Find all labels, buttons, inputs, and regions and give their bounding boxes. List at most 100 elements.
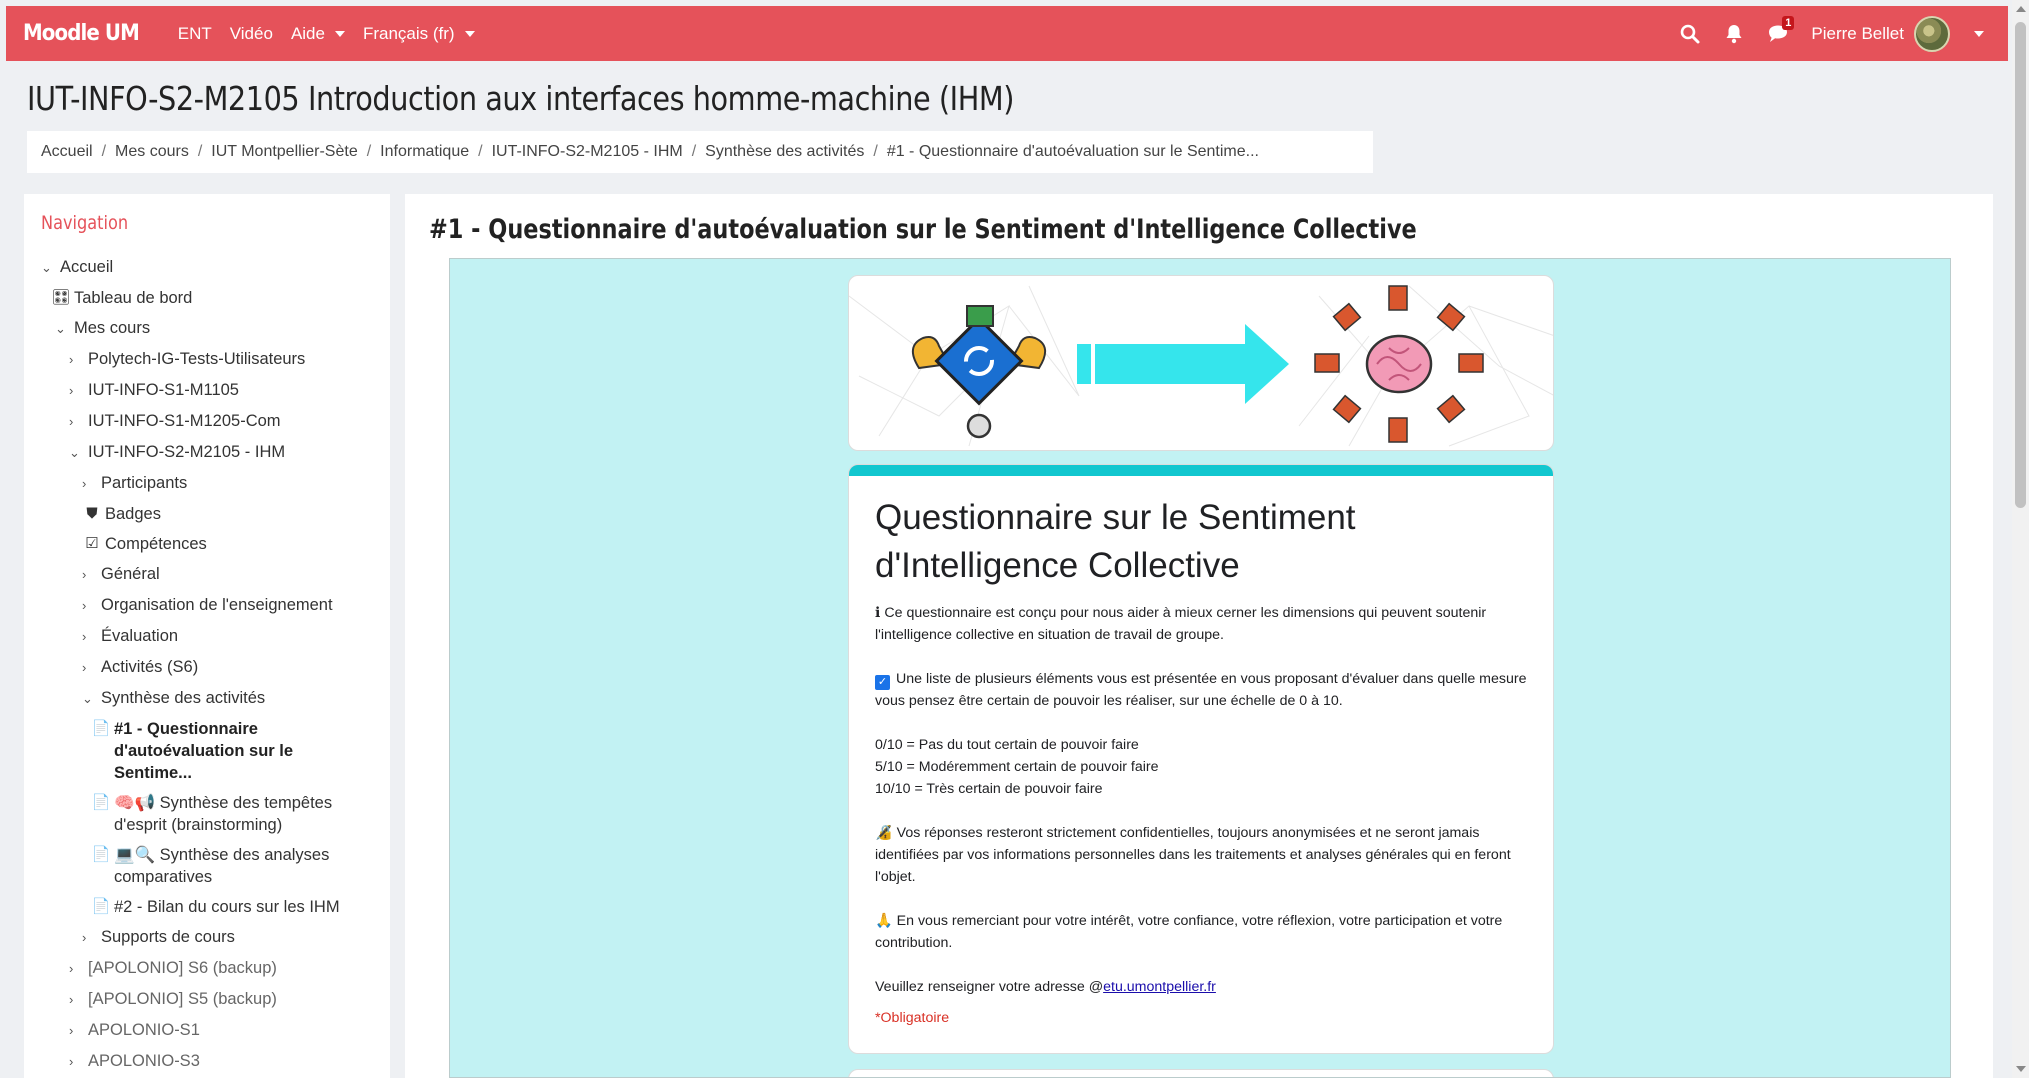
chevron-right-icon[interactable]: › [69, 411, 83, 433]
nav-item[interactable]: 📄 #2 - Bilan du cours sur les IHM [41, 896, 390, 918]
message-count-badge: 1 [1782, 15, 1795, 30]
chevron-down-icon [334, 30, 345, 37]
nav-item[interactable]: › Organisation de l'enseignement [41, 594, 390, 617]
chevron-right-icon[interactable]: › [82, 626, 96, 648]
search-icon[interactable] [1679, 23, 1701, 45]
gear-icon [966, 413, 992, 439]
books-icon [966, 305, 994, 327]
nav-item[interactable]: › Général [41, 563, 390, 586]
praying-hands-icon: 🙏 [875, 913, 893, 929]
breadcrumb-item[interactable]: IUT-INFO-S2-M2105 - IHM [492, 143, 683, 161]
nav-item-label: Badges [105, 505, 161, 523]
chevron-right-icon[interactable]: › [69, 1020, 83, 1042]
chevron-right-icon[interactable]: › [69, 989, 83, 1011]
nav-item-label: IUT-INFO-S1-M1105 [88, 381, 239, 399]
nav-item[interactable]: ⌄ IUT-INFO-S2-M2105 - IHM [41, 441, 390, 464]
nav-link-ent[interactable]: ENT [178, 24, 212, 44]
breadcrumb-item[interactable]: Informatique [380, 143, 469, 161]
nav-item[interactable]: › Évaluation [41, 625, 390, 648]
nav-item[interactable]: › Polytech-IG-Tests-Utilisateurs [41, 348, 390, 371]
nav-item[interactable]: ⌄ Synthèse des activités [41, 687, 390, 710]
chevron-down-icon[interactable]: ⌄ [41, 257, 55, 279]
bell-icon[interactable] [1723, 23, 1745, 45]
nav-item[interactable]: › Activités (S6) [41, 656, 390, 679]
collective-intelligence-illustration [849, 285, 1553, 447]
form-instructions: ✓ Une liste de plusieurs éléments vous es… [875, 668, 1527, 712]
breadcrumb-current[interactable]: #1 - Questionnaire d'autoévaluation sur … [887, 143, 1259, 161]
form-thanks-text: En vous remerciant pour votre intérêt, v… [875, 913, 1503, 951]
nav-item[interactable]: ⌄ Mes cours [41, 317, 390, 340]
chevron-right-icon[interactable]: › [69, 1051, 83, 1073]
page-scrollbar[interactable] [2012, 0, 2029, 1078]
chevron-right-icon[interactable]: › [69, 349, 83, 371]
nav-item-label: Supports de cours [101, 928, 235, 946]
chevron-right-icon[interactable]: › [82, 657, 96, 679]
language-menu[interactable]: Français (fr) [363, 24, 475, 44]
form-intro-text: Ce questionnaire est conçu pour nous aid… [875, 605, 1487, 643]
breadcrumb-item[interactable]: Synthèse des activités [705, 143, 864, 161]
nav-item[interactable]: ⛊ Badges [41, 503, 390, 525]
chevron-down-icon[interactable]: ⌄ [69, 442, 83, 464]
nav-item-label: Général [101, 565, 160, 583]
chevron-right-icon[interactable]: › [69, 380, 83, 402]
nav-item-label: Tableau de bord [74, 289, 193, 307]
navigation-tree: ⌄ Accueil 🎛 Tableau de bord ⌄ Mes cours › Polyt… [41, 256, 390, 1073]
scale-line: 0/10 = Pas du tout certain de pouvoir fa… [875, 737, 1139, 753]
chevron-down-icon [464, 30, 475, 37]
nav-item-label: APOLONIO-S1 [88, 1021, 200, 1039]
page-icon: 📄 [91, 794, 111, 811]
user-menu[interactable]: Pierre Bellet [1811, 15, 1984, 52]
nav-item[interactable]: › APOLONIO-S1 [41, 1019, 390, 1042]
site-brand[interactable]: Moodle UM [23, 21, 140, 46]
nav-item[interactable]: 📄 #1 - Questionnaire d'autoévaluation sur… [41, 718, 390, 784]
nav-item[interactable]: › IUT-INFO-S1-M1205-Com [41, 410, 390, 433]
nav-item[interactable]: › Supports de cours [41, 926, 390, 949]
scroll-up-arrow-icon[interactable] [2016, 6, 2026, 12]
nav-item[interactable]: › [APOLONIO] S6 (backup) [41, 957, 390, 980]
chat-icon[interactable]: 1 [1767, 15, 1795, 45]
form-thanks: 🙏 En vous remerciant pour votre intérêt, … [875, 910, 1527, 954]
scrollbar-thumb[interactable] [2015, 22, 2026, 508]
nav-item[interactable]: 📄 🧠📢 Synthèse des tempêtes d'esprit (brai… [41, 792, 390, 836]
chevron-right-icon[interactable]: › [82, 927, 96, 949]
help-menu[interactable]: Aide [291, 24, 345, 44]
sync-diamond-icon [934, 316, 1024, 406]
nav-item[interactable]: › Participants [41, 472, 390, 495]
breadcrumb-item[interactable]: IUT Montpellier-Sète [211, 143, 357, 161]
next-question-card [848, 1069, 1554, 1077]
user-name: Pierre Bellet [1811, 23, 1904, 43]
navigation-block: Navigation ⌄ Accueil 🎛 Tableau de bord ⌄ Mes … [24, 194, 390, 1078]
breadcrumb-item[interactable]: Mes cours [115, 143, 189, 161]
scroll-down-arrow-icon[interactable] [2016, 1066, 2026, 1072]
nav-item[interactable]: ☑ Compétences [41, 533, 390, 555]
nav-item[interactable]: 📄 💻🔍 Synthèse des analyses comparatives [41, 844, 390, 888]
nav-link-video[interactable]: Vidéo [230, 24, 273, 44]
nav-item[interactable]: › [APOLONIO] S5 (backup) [41, 988, 390, 1011]
chevron-right-icon[interactable]: › [82, 473, 96, 495]
form-email-hint: Veuillez renseigner votre adresse @etu.u… [875, 976, 1527, 998]
chevron-right-icon[interactable]: › [82, 564, 96, 586]
nav-item-label: Activités (S6) [101, 658, 199, 676]
embedded-form-frame[interactable]: Questionnaire sur le Sentiment d'Intelli… [449, 258, 1951, 1078]
nav-item-label: Accueil [60, 258, 114, 276]
nav-item[interactable]: ⌄ Accueil [41, 256, 390, 279]
scale-line: 5/10 = Modéremment certain de pouvoir fa… [875, 759, 1159, 775]
form-instructions-text: Une liste de plusieurs éléments vous est… [875, 671, 1527, 709]
top-navbar: Moodle UM ENT Vidéo Aide Français (fr) 1… [6, 6, 2008, 61]
chevron-down-icon[interactable]: ⌄ [55, 318, 69, 340]
chevron-right-icon[interactable]: › [82, 595, 96, 617]
checkbox-icon: ✓ [875, 675, 890, 690]
breadcrumb-item[interactable]: Accueil [41, 143, 93, 161]
language-menu-label: Français (fr) [362, 23, 455, 43]
email-domain-link[interactable]: etu.umontpellier.fr [1103, 979, 1216, 995]
nav-item[interactable]: › IUT-INFO-S1-M1105 [41, 379, 390, 402]
chevron-right-icon[interactable]: › [69, 958, 83, 980]
nav-item[interactable]: 🎛 Tableau de bord [41, 287, 390, 309]
nav-item-label: #1 - Questionnaire d'autoévaluation sur … [114, 720, 294, 782]
breadcrumb-separator: / [873, 143, 878, 160]
nav-item[interactable]: › APOLONIO-S3 [41, 1050, 390, 1073]
form-privacy-text: Vos réponses resteront strictement confi… [875, 825, 1511, 885]
form-description-card: Questionnaire sur le Sentiment d'Intelli… [848, 464, 1554, 1054]
nav-item-label: Synthèse des activités [101, 689, 266, 707]
chevron-down-icon[interactable]: ⌄ [82, 688, 96, 710]
